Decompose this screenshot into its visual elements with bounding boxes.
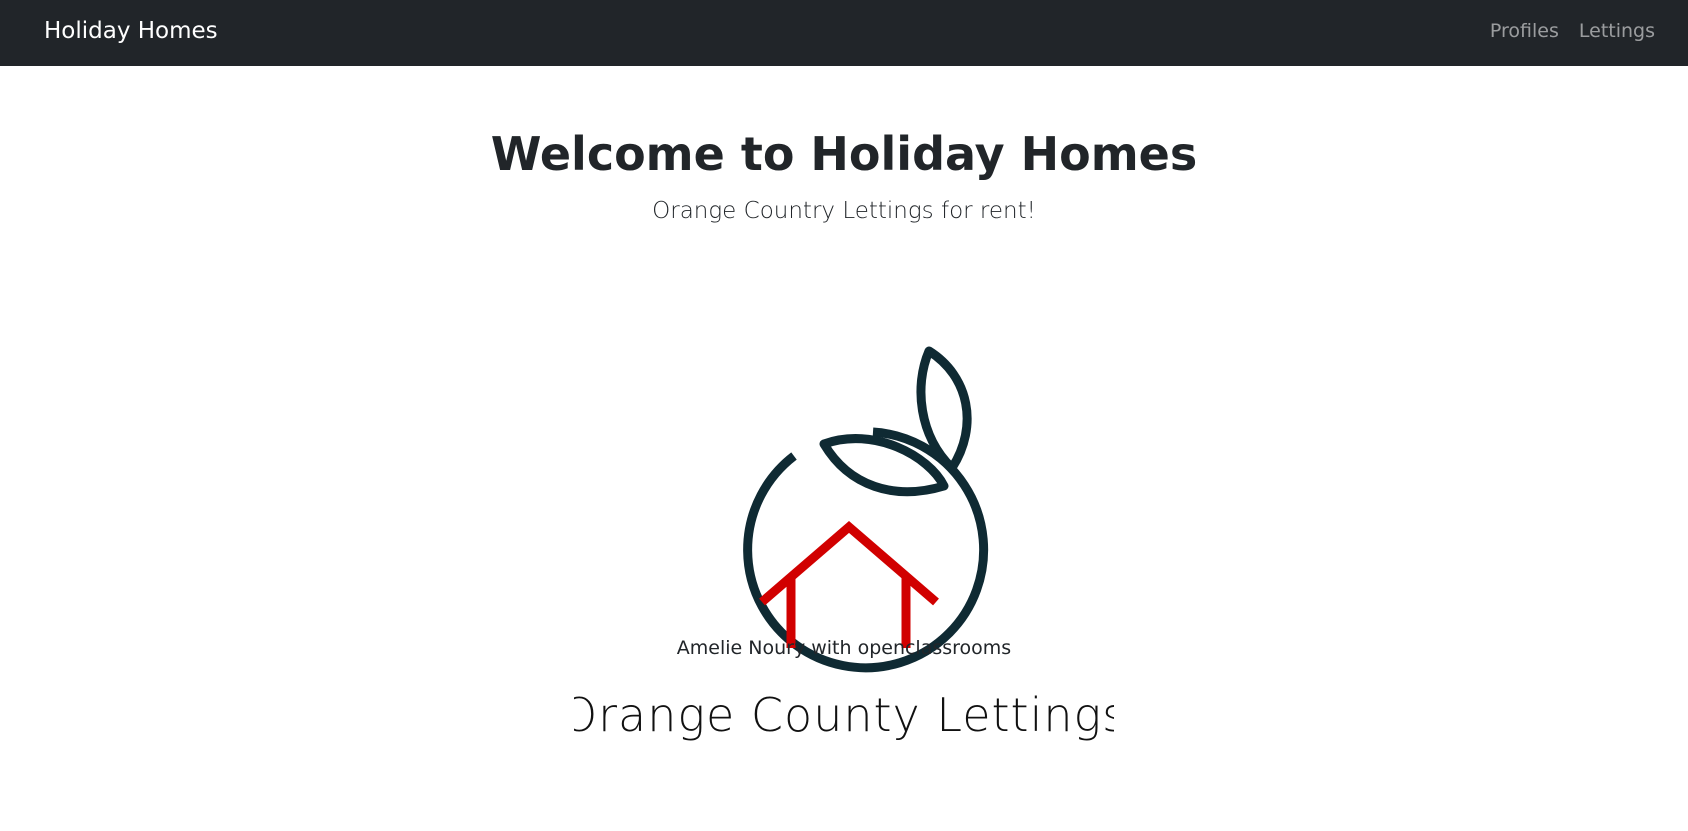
logo-wordmark: Orange County Lettings bbox=[574, 688, 1114, 742]
nav-link-lettings[interactable]: Lettings bbox=[1579, 18, 1655, 44]
orange-county-lettings-logo: Orange County Lettings bbox=[574, 346, 1114, 742]
brand-link[interactable]: Holiday Homes bbox=[44, 16, 218, 46]
credit-text: Amelie Noury with openclassrooms bbox=[676, 637, 1012, 659]
page-title: Welcome to Holiday Homes bbox=[490, 127, 1198, 181]
nav-links: Profiles Lettings bbox=[1490, 18, 1655, 44]
nav-link-profiles[interactable]: Profiles bbox=[1490, 18, 1559, 44]
logo-house bbox=[759, 521, 939, 648]
page-subtitle: Orange Country Lettings for rent! bbox=[652, 198, 1036, 224]
top-navbar: Holiday Homes Profiles Lettings bbox=[0, 0, 1688, 66]
